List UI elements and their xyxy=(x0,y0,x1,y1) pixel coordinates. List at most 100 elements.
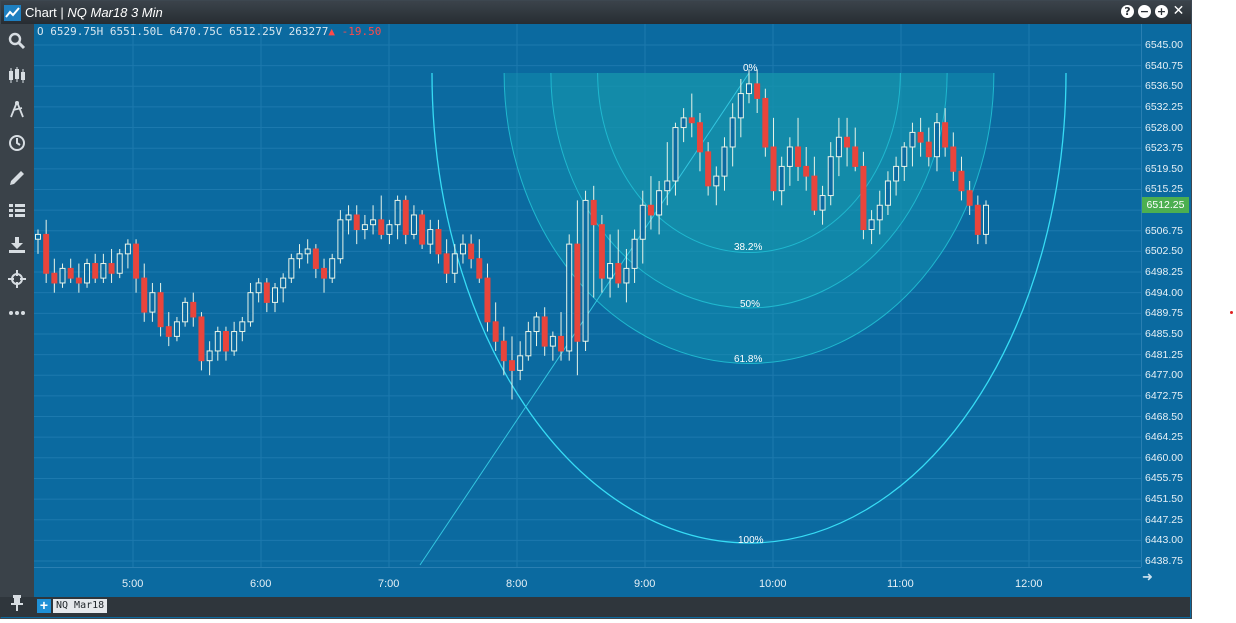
candle-down xyxy=(795,146,802,167)
candle-up xyxy=(517,355,524,371)
candle-up xyxy=(84,263,91,284)
ohlc-volume: V 263277 xyxy=(275,25,329,38)
candle-up xyxy=(884,180,891,206)
candle-down xyxy=(844,136,851,148)
candle-down xyxy=(574,243,581,342)
studies-icon[interactable] xyxy=(5,199,29,223)
candle-up xyxy=(206,350,213,362)
candle-up xyxy=(582,199,589,342)
minimize-button[interactable]: − xyxy=(1138,5,1151,18)
candle-down xyxy=(92,263,99,279)
candle-down xyxy=(688,117,695,124)
price-chart[interactable] xyxy=(34,24,1141,567)
candle-down xyxy=(598,224,605,279)
price-axis-label: 6438.75 xyxy=(1145,555,1183,567)
candle-down xyxy=(492,321,499,342)
search-icon[interactable] xyxy=(5,29,29,53)
candle-down xyxy=(75,277,82,284)
download-icon[interactable] xyxy=(5,233,29,257)
add-symbol-button[interactable]: + xyxy=(37,598,51,613)
price-axis-label: 6489.75 xyxy=(1145,307,1183,320)
candle-down xyxy=(811,175,818,211)
close-button[interactable]: ✕ xyxy=(1172,4,1185,18)
price-axis-label: 6455.75 xyxy=(1145,472,1183,485)
candle-up xyxy=(868,219,875,231)
ohlc-change: ▲ -19.50 xyxy=(328,25,382,38)
candle-up xyxy=(100,263,107,279)
fib-level-label: 38.2% xyxy=(734,242,763,253)
more-icon[interactable] xyxy=(5,301,29,325)
price-axis-label: 6498.25 xyxy=(1145,266,1183,279)
pencil-icon[interactable] xyxy=(5,165,29,189)
candle-up xyxy=(304,248,311,255)
candle-up xyxy=(533,316,540,333)
left-toolbar xyxy=(0,24,34,597)
candle-down xyxy=(762,97,769,148)
candles-icon[interactable] xyxy=(5,63,29,87)
candle-up xyxy=(247,292,254,323)
candle-up xyxy=(525,331,532,357)
time-axis[interactable] xyxy=(34,567,1141,598)
candle-down xyxy=(509,360,515,371)
candle-up xyxy=(909,131,916,148)
maximize-button[interactable]: + xyxy=(1155,5,1168,18)
window-subtitle: NQ Mar18 3 Min xyxy=(67,5,163,20)
candle-up xyxy=(427,229,434,245)
candle-down xyxy=(222,331,229,352)
candle-down xyxy=(958,170,965,192)
fib-level-label: 100% xyxy=(738,535,764,546)
candle-down xyxy=(541,316,548,347)
candle-up xyxy=(786,146,793,167)
candle-down xyxy=(43,233,50,274)
candle-up xyxy=(713,175,720,187)
candle-down xyxy=(770,146,777,192)
chart-plot-area[interactable] xyxy=(34,24,1141,567)
candle-up xyxy=(737,93,744,119)
candle-up xyxy=(124,243,131,255)
candle-down xyxy=(468,243,475,260)
candle-up xyxy=(214,331,221,352)
candle-up xyxy=(239,321,246,333)
candle-down xyxy=(925,141,932,158)
help-button[interactable]: ? xyxy=(1121,5,1134,18)
candle-up xyxy=(182,301,189,323)
candle-up xyxy=(623,267,630,284)
price-axis-label: 6502.50 xyxy=(1145,245,1183,258)
candle-down xyxy=(67,267,74,279)
candle-down xyxy=(353,214,360,231)
candle-up xyxy=(835,136,842,158)
candle-up xyxy=(296,253,303,260)
drawing-tools-icon[interactable] xyxy=(5,97,29,121)
candle-down xyxy=(263,282,270,303)
candle-down xyxy=(484,277,491,323)
candle-up xyxy=(59,267,66,284)
scroll-right-arrow-icon[interactable]: ➜ xyxy=(1142,569,1153,585)
time-axis-label: 7:00 xyxy=(378,578,400,590)
candle-up xyxy=(746,83,752,95)
time-axis-label: 9:00 xyxy=(634,578,656,590)
price-axis-label: 6451.50 xyxy=(1145,493,1183,506)
candle-up xyxy=(361,224,368,231)
fib-level-label: 61.8% xyxy=(734,354,763,365)
ohlc-close: C 6512.25 xyxy=(215,25,276,38)
price-axis-label: 6481.25 xyxy=(1145,348,1183,361)
price-axis-label: 6536.50 xyxy=(1145,80,1183,93)
candle-up xyxy=(893,165,900,182)
candle-down xyxy=(190,301,197,318)
candle-down xyxy=(803,165,810,177)
crosshair-icon[interactable] xyxy=(5,267,29,291)
candle-up xyxy=(607,263,614,279)
candle-up xyxy=(901,146,908,167)
symbol-tab[interactable]: NQ Mar18 xyxy=(53,599,108,613)
candle-up xyxy=(876,204,883,221)
candle-down xyxy=(966,190,973,206)
candle-down xyxy=(860,165,867,231)
candle-down xyxy=(590,199,597,226)
pin-icon[interactable] xyxy=(8,594,26,617)
price-axis-label: 6485.50 xyxy=(1145,327,1183,340)
candle-down xyxy=(754,83,761,99)
clock-icon[interactable] xyxy=(5,131,29,155)
candle-down xyxy=(647,204,654,216)
price-axis-label: 6494.00 xyxy=(1145,286,1183,299)
candle-up xyxy=(778,165,785,192)
